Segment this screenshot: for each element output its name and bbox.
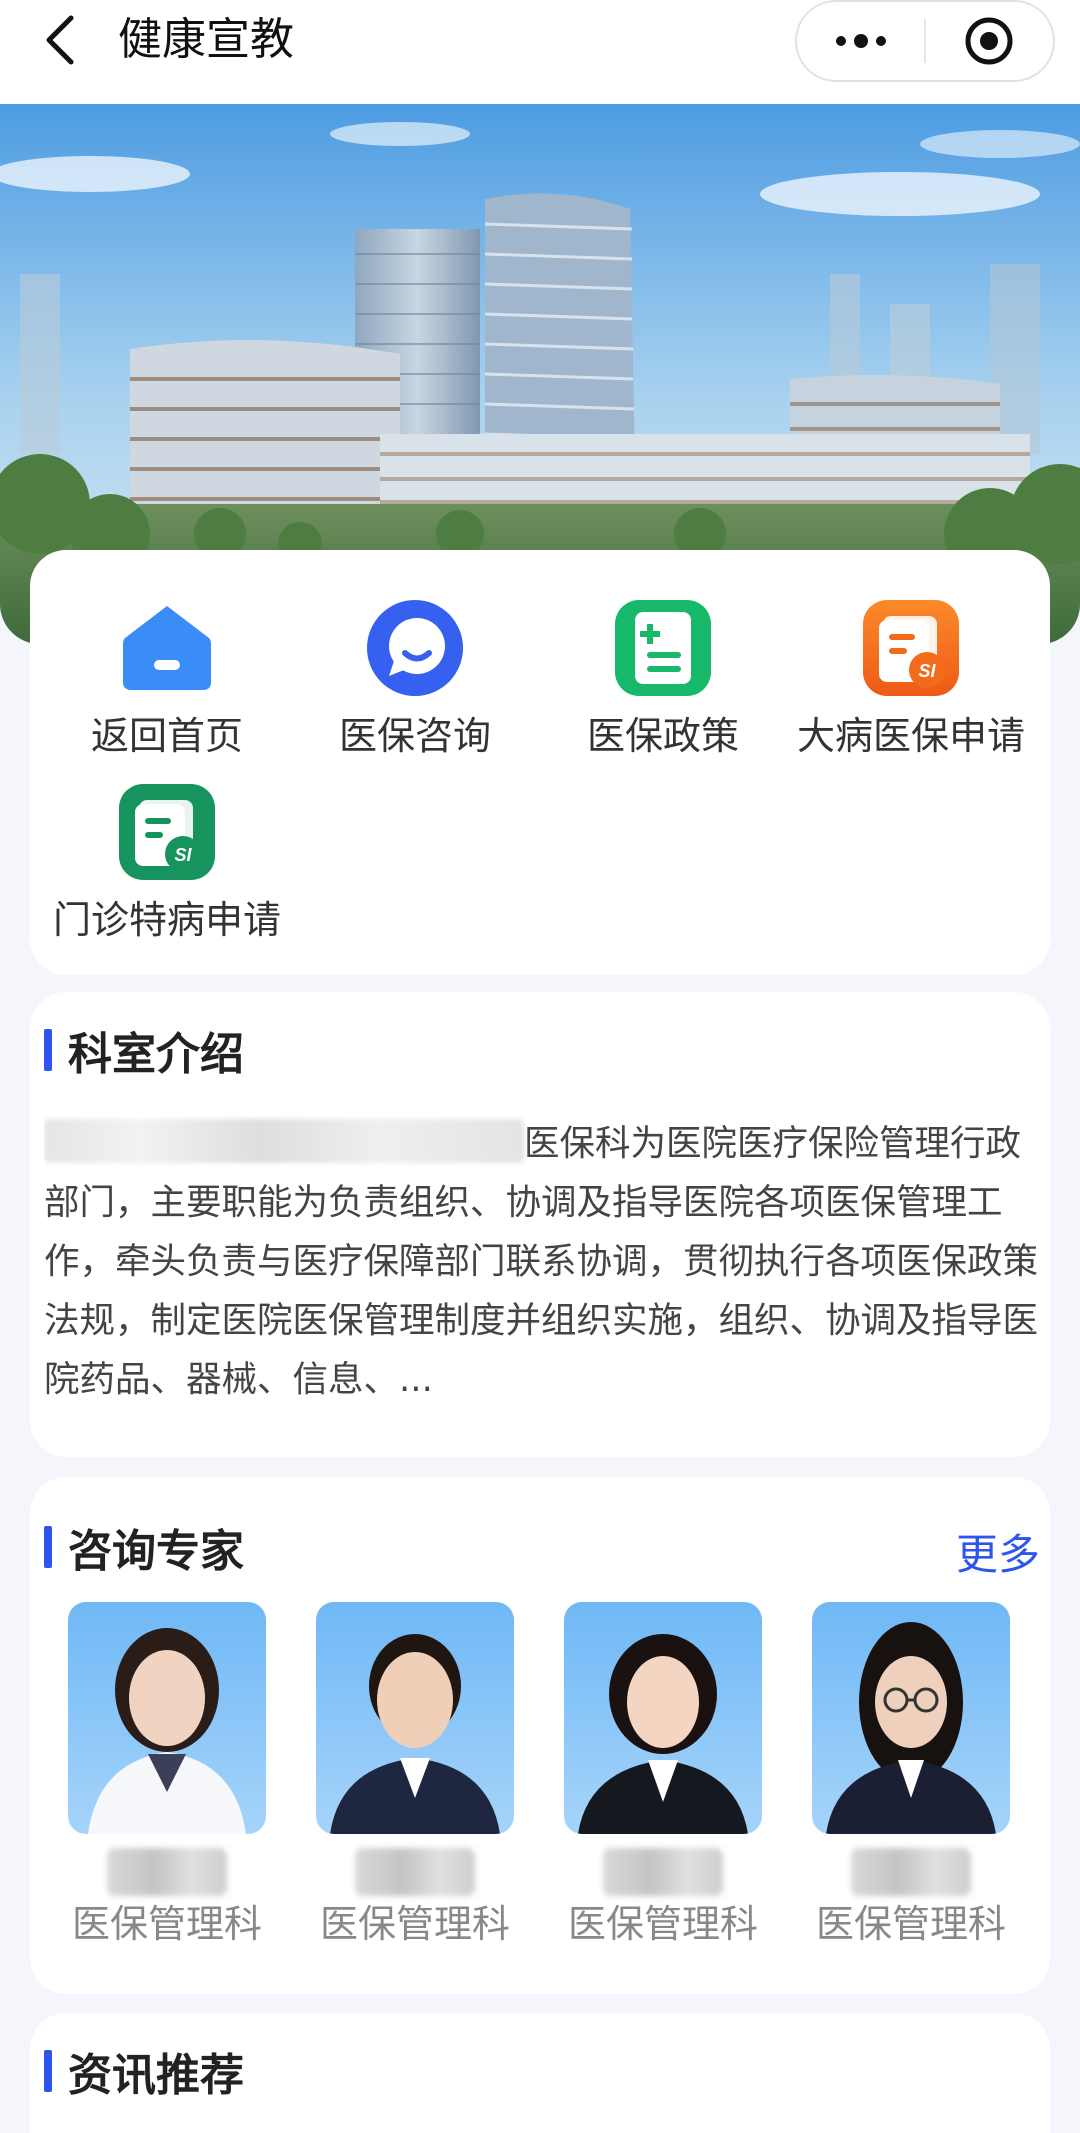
redacted-expert-name (107, 1848, 227, 1896)
news-card: 资讯推荐 (30, 2013, 1050, 2133)
quick-link-policy[interactable]: 医保政策 (543, 598, 783, 760)
section-accent-bar (44, 2050, 52, 2092)
section-title: 资讯推荐 (68, 2050, 244, 2101)
more-button[interactable] (797, 2, 924, 80)
section-title: 咨询专家 (68, 1526, 244, 1577)
quick-link-outpatient[interactable]: SI 门诊特病申请 (47, 782, 287, 944)
redacted-expert-name (355, 1848, 475, 1896)
expert-department: 医保管理科 (319, 1902, 510, 1946)
expert-avatar (564, 1602, 762, 1834)
expert-avatar (316, 1602, 514, 1834)
expert-item[interactable]: 医保管理科 (67, 1602, 267, 1952)
svg-text:SI: SI (918, 661, 936, 681)
quick-links-card: 返回首页 医保咨询 医保政策 SI 大病医保申请 SI 门诊特病申请 (30, 550, 1050, 975)
chevron-left-icon (46, 15, 74, 65)
quick-link-home[interactable]: 返回首页 (47, 598, 287, 760)
redacted-expert-name (603, 1848, 723, 1896)
quick-link-label: 医保政策 (586, 714, 739, 758)
more-experts-link[interactable]: 更多 (956, 1521, 1040, 1582)
quick-link-label: 大病医保申请 (796, 714, 1025, 758)
experts-section-header: 咨询专家 (44, 1517, 244, 1577)
news-section-header: 资讯推荐 (44, 2041, 244, 2101)
redacted-expert-name (851, 1848, 971, 1896)
top-navigation-bar: 健康宣教 (0, 0, 1080, 104)
intro-body: 医保科为医院医疗保险管理行政部门，主要职能为负责组织、协调及指导医院各项医保管理… (44, 1123, 1039, 1400)
insurance-form-icon: SI (117, 782, 217, 882)
target-close-icon (965, 17, 1013, 65)
expert-department: 医保管理科 (71, 1902, 262, 1946)
page-title: 健康宣教 (118, 14, 294, 65)
redacted-hospital-name (44, 1119, 524, 1163)
svg-text:SI: SI (174, 845, 192, 865)
quick-link-consult[interactable]: 医保咨询 (295, 598, 535, 760)
chat-bubble-icon (365, 598, 465, 698)
quick-link-label: 返回首页 (90, 714, 243, 758)
department-intro-card: 科室介绍 医保科为医院医疗保险管理行政部门，主要职能为负责组织、协调及指导医院各… (30, 992, 1050, 1457)
more-dots-icon (835, 34, 886, 48)
intro-text[interactable]: 医保科为医院医疗保险管理行政部门，主要职能为负责组织、协调及指导医院各项医保管理… (44, 1114, 1044, 1414)
quick-link-label: 医保咨询 (338, 714, 491, 758)
expert-item[interactable]: 医保管理科 (811, 1602, 1011, 1952)
insurance-form-icon: SI (861, 598, 961, 698)
expert-avatar (812, 1602, 1010, 1834)
section-accent-bar (44, 1526, 52, 1568)
expert-item[interactable]: 医保管理科 (563, 1602, 763, 1952)
back-button[interactable] (30, 10, 90, 70)
quick-link-label: 门诊特病申请 (52, 898, 281, 942)
section-accent-bar (44, 1029, 52, 1071)
expert-item[interactable]: 医保管理科 (315, 1602, 515, 1952)
expert-department: 医保管理科 (567, 1902, 758, 1946)
mini-program-capsule (795, 0, 1055, 82)
expert-department: 医保管理科 (815, 1902, 1006, 1946)
section-title: 科室介绍 (68, 1029, 244, 1080)
policy-document-icon (613, 598, 713, 698)
home-icon (117, 598, 217, 698)
close-button[interactable] (926, 2, 1053, 80)
intro-section-header: 科室介绍 (44, 1020, 244, 1080)
expert-avatar (68, 1602, 266, 1834)
quick-link-major-illness[interactable]: SI 大病医保申请 (791, 598, 1031, 760)
experts-card: 咨询专家 更多 医保管理科 医保管理科 医保管理科 医保管理科 (30, 1477, 1050, 1994)
